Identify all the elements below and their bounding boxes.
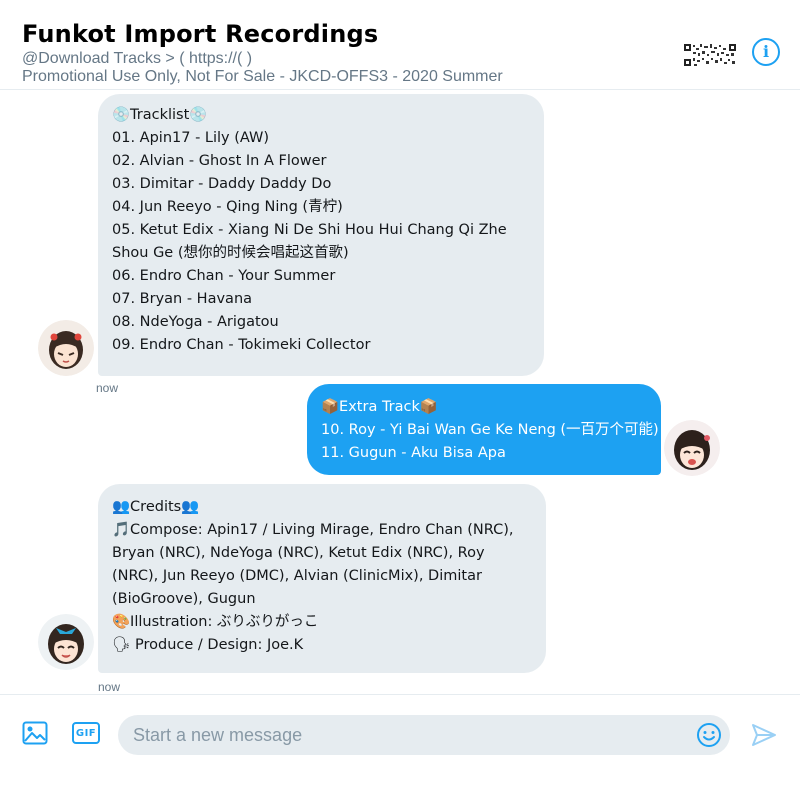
message-line: 08. NdeYoga - Arigatou <box>112 314 279 330</box>
sender-avatar[interactable] <box>38 320 94 376</box>
qr-code-icon <box>684 44 736 66</box>
message-line: 📦Extra Track📦 <box>321 399 438 415</box>
emoji-icon <box>697 723 721 747</box>
info-button[interactable]: i <box>752 38 780 66</box>
info-icon: i <box>762 42 770 61</box>
message-line: 10. Roy - Yi Bai Wan Ge Ke Neng (一百万个可能) <box>321 422 659 438</box>
message-line: 02. Alvian - Ghost In A Flower <box>112 153 327 169</box>
message-timestamp: now <box>96 381 119 395</box>
conversation-header: Funkot Import Recordings @Download Track… <box>0 0 800 90</box>
message-line: Bryan (NRC), NdeYoga (NRC), Ketut Edix (… <box>112 545 485 561</box>
add-gif-button[interactable]: GIF <box>72 722 100 744</box>
message-line: (BioGroove), Gugun <box>112 591 256 607</box>
conversation-subtitle-line1: @Download Tracks > ( https://( ) <box>22 50 253 67</box>
avatar-illustration-icon <box>38 320 94 376</box>
message-composer: GIF <box>0 694 800 800</box>
message-line: Shou Ge (想你的时候会唱起这首歌) <box>112 245 349 261</box>
send-button[interactable] <box>750 721 778 749</box>
avatar-illustration-icon <box>664 420 720 476</box>
message-line: 03. Dimitar - Daddy Daddy Do <box>112 176 332 192</box>
message-line: 👥Credits👥 <box>112 499 200 515</box>
message-line: 05. Ketut Edix - Xiang Ni De Shi Hou Hui… <box>112 222 507 238</box>
message-input[interactable] <box>118 715 730 755</box>
message-bubble-credits: 👥Credits👥 🎵Compose: Apin17 / Living Mira… <box>98 484 546 673</box>
message-line: 🎨Illustration: ぶりぶりがっこ <box>112 614 319 630</box>
message-line: 07. Bryan - Havana <box>112 291 253 307</box>
emoji-button[interactable] <box>696 722 722 748</box>
user-avatar[interactable] <box>664 420 720 476</box>
send-icon <box>752 724 776 746</box>
message-line: (NRC), Jun Reeyo (DMC), Alvian (ClinicMi… <box>112 568 482 584</box>
gif-label: GIF <box>75 727 97 739</box>
message-line: 09. Endro Chan - Tokimeki Collector <box>112 337 371 353</box>
avatar-illustration-icon <box>38 614 94 670</box>
sender-avatar[interactable] <box>38 614 94 670</box>
message-line: 01. Apin17 - Lily (AW) <box>112 130 270 146</box>
conversation-subtitle-line2: Promotional Use Only, Not For Sale - JKC… <box>22 68 503 85</box>
message-line: 04. Jun Reeyo - Qing Ning (青柠) <box>112 199 343 215</box>
message-line: 🗣 Produce / Design: Joe.K <box>112 637 304 653</box>
message-line: 06. Endro Chan - Your Summer <box>112 268 336 284</box>
image-icon <box>22 721 48 745</box>
message-timestamp: now <box>98 680 121 694</box>
message-line: 💿Tracklist💿 <box>112 107 208 123</box>
add-image-button[interactable] <box>22 721 48 745</box>
message-bubble-extra-track: 📦Extra Track📦 10. Roy - Yi Bai Wan Ge Ke… <box>307 384 661 475</box>
message-line: 🎵Compose: Apin17 / Living Mirage, Endro … <box>112 522 514 538</box>
conversation-title: Funkot Import Recordings <box>22 20 379 48</box>
message-bubble-tracklist: 💿Tracklist💿 01. Apin17 - Lily (AW) 02. A… <box>98 94 544 376</box>
message-line: 11. Gugun - Aku Bisa Apa <box>321 445 506 461</box>
